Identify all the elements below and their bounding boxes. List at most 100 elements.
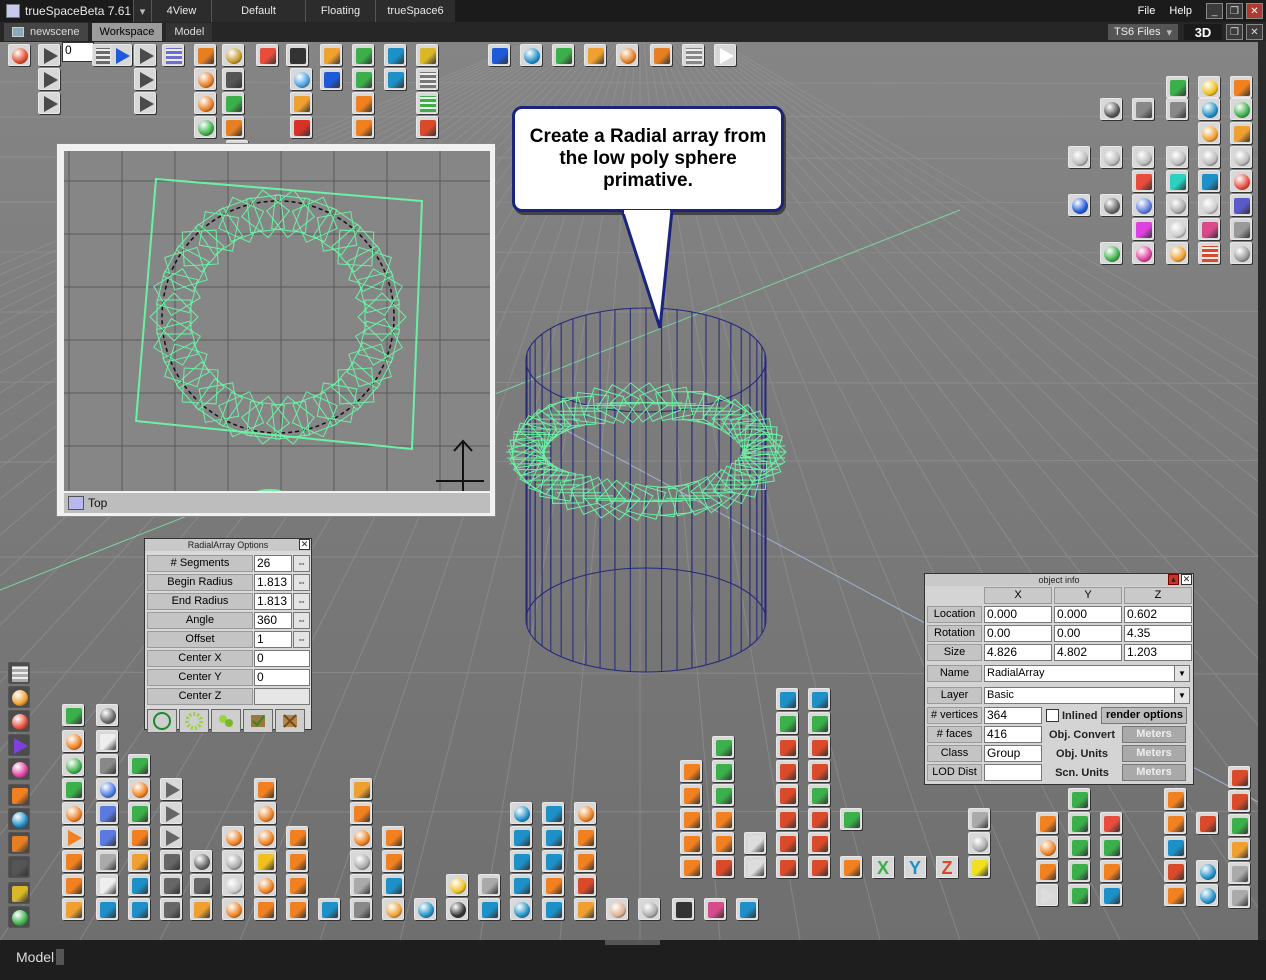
move-icon[interactable]	[194, 44, 216, 66]
layer-select[interactable]: Basic ▼	[984, 686, 1190, 704]
center-z-input[interactable]	[254, 688, 310, 705]
blob-icon[interactable]	[190, 898, 212, 920]
face-icon[interactable]	[606, 898, 628, 920]
name-select[interactable]: RadialArray ▼	[984, 664, 1190, 682]
cube-wire-icon[interactable]	[128, 754, 150, 776]
material-icon[interactable]	[290, 92, 312, 114]
clouds-icon[interactable]	[290, 68, 312, 90]
delete-icon[interactable]	[290, 116, 312, 138]
nozzle-icon[interactable]	[96, 898, 118, 920]
wrench-icon[interactable]	[8, 856, 30, 878]
door-red-icon[interactable]	[776, 784, 798, 806]
boxes-icon[interactable]	[478, 874, 500, 896]
bubbles-icon[interactable]	[1166, 194, 1188, 216]
cube-dark-icon[interactable]	[1068, 788, 1090, 810]
ts6-files-dropdown[interactable]: TS6 Files ▾	[1108, 24, 1178, 40]
brush-icon[interactable]	[222, 68, 244, 90]
figure4-icon[interactable]	[542, 874, 564, 896]
pipe2-icon[interactable]	[128, 874, 150, 896]
checker3-icon[interactable]	[510, 850, 532, 872]
lod-dist-input[interactable]	[984, 764, 1042, 781]
leaf-icon[interactable]	[62, 704, 84, 726]
camera-icon[interactable]	[1100, 98, 1122, 120]
figure-icon[interactable]	[222, 116, 244, 138]
pages-icon[interactable]	[1068, 884, 1090, 906]
chevron-down-icon[interactable]: ▼	[1174, 687, 1189, 703]
half-sphere-icon[interactable]	[222, 898, 244, 920]
arc-icon[interactable]	[254, 778, 276, 800]
poly-arc-icon[interactable]	[350, 826, 372, 848]
door-icon[interactable]	[574, 874, 596, 896]
play-icon[interactable]	[110, 44, 132, 66]
cube-blue-icon[interactable]	[384, 44, 406, 66]
cube-split-icon[interactable]	[1036, 812, 1058, 834]
table3-icon[interactable]	[1068, 836, 1090, 858]
close-icon[interactable]: ✕	[299, 539, 310, 550]
cancel-button[interactable]	[275, 709, 305, 733]
glow-icon[interactable]	[1198, 122, 1220, 144]
tab-workspace[interactable]: Workspace	[91, 23, 163, 41]
skeleton-icon[interactable]	[542, 898, 564, 920]
star-icon[interactable]	[650, 44, 672, 66]
cone-icon[interactable]	[8, 734, 30, 756]
next-key-icon[interactable]	[134, 68, 156, 90]
knife-icon[interactable]	[96, 850, 118, 872]
title-tab-default[interactable]: Default	[211, 0, 305, 22]
table-icon[interactable]	[776, 808, 798, 830]
tab-newscene[interactable]: newscene	[4, 23, 88, 41]
foam-icon[interactable]	[286, 850, 308, 872]
close-icon[interactable]: ✕	[1181, 574, 1192, 585]
cube-multi-icon[interactable]	[712, 856, 734, 878]
restore-icon[interactable]: ❐	[1226, 3, 1243, 19]
gradient-icon[interactable]	[1132, 170, 1154, 192]
prev-key-icon[interactable]	[38, 68, 60, 90]
fabric-icon[interactable]	[574, 898, 596, 920]
top-view-window[interactable]: Top	[56, 143, 496, 517]
view-close-icon[interactable]: ✕	[1246, 24, 1263, 40]
folder-icon[interactable]	[320, 44, 342, 66]
sphere-render-icon[interactable]	[1198, 98, 1220, 120]
minimize-icon[interactable]: _	[1206, 3, 1223, 19]
help-icon[interactable]	[1228, 790, 1250, 812]
anvil-icon[interactable]	[286, 44, 308, 66]
end-radius-spin-icon[interactable]: ⇔	[293, 593, 310, 610]
tree-icon[interactable]	[542, 802, 564, 824]
opengl-icon[interactable]	[968, 832, 990, 854]
render-icon[interactable]	[416, 92, 438, 114]
cube-wire3-icon[interactable]	[712, 760, 734, 782]
box-open-icon[interactable]	[1164, 788, 1186, 810]
brush2-icon[interactable]	[96, 754, 118, 776]
pink-cloth-icon[interactable]	[704, 898, 726, 920]
cube-red-icon[interactable]	[1100, 812, 1122, 834]
render-options-button[interactable]: render options	[1101, 707, 1188, 724]
obj-units-select[interactable]: Meters	[1122, 745, 1186, 762]
axis-y-icon[interactable]	[840, 808, 862, 830]
page-icon[interactable]	[96, 730, 118, 752]
door-green-icon[interactable]	[808, 784, 830, 806]
fog-icon[interactable]	[1230, 218, 1252, 240]
spring-icon[interactable]	[128, 778, 150, 800]
lattice-icon[interactable]	[160, 874, 182, 896]
house-wire-icon[interactable]	[776, 832, 798, 854]
view-restore-icon[interactable]: ❐	[1226, 24, 1243, 40]
nebula-icon[interactable]	[1230, 194, 1252, 216]
cube-side-icon[interactable]	[1228, 838, 1250, 860]
hexagon-icon[interactable]	[350, 874, 372, 896]
c-shape-icon[interactable]	[254, 826, 276, 848]
center-y-input[interactable]: 0	[254, 669, 310, 686]
house-wire2-icon[interactable]	[808, 832, 830, 854]
cube-stack-icon[interactable]	[8, 784, 30, 806]
y-axis-label[interactable]: Y	[904, 856, 926, 878]
mesh-icon[interactable]	[286, 898, 308, 920]
table2-icon[interactable]	[808, 808, 830, 830]
title-tab-4view[interactable]: 4View	[151, 0, 211, 22]
rainbow-icon[interactable]	[382, 898, 404, 920]
ball-gray-icon[interactable]	[222, 850, 244, 872]
sphere-orange-icon[interactable]	[62, 802, 84, 824]
walk-icon[interactable]	[584, 44, 606, 66]
sphere-dark-icon[interactable]	[1100, 194, 1122, 216]
grid-icon[interactable]	[478, 898, 500, 920]
rotation-z-input[interactable]: 4.35	[1124, 625, 1192, 642]
spheres-icon[interactable]	[8, 808, 30, 830]
toolbar-grip[interactable]	[605, 940, 660, 945]
